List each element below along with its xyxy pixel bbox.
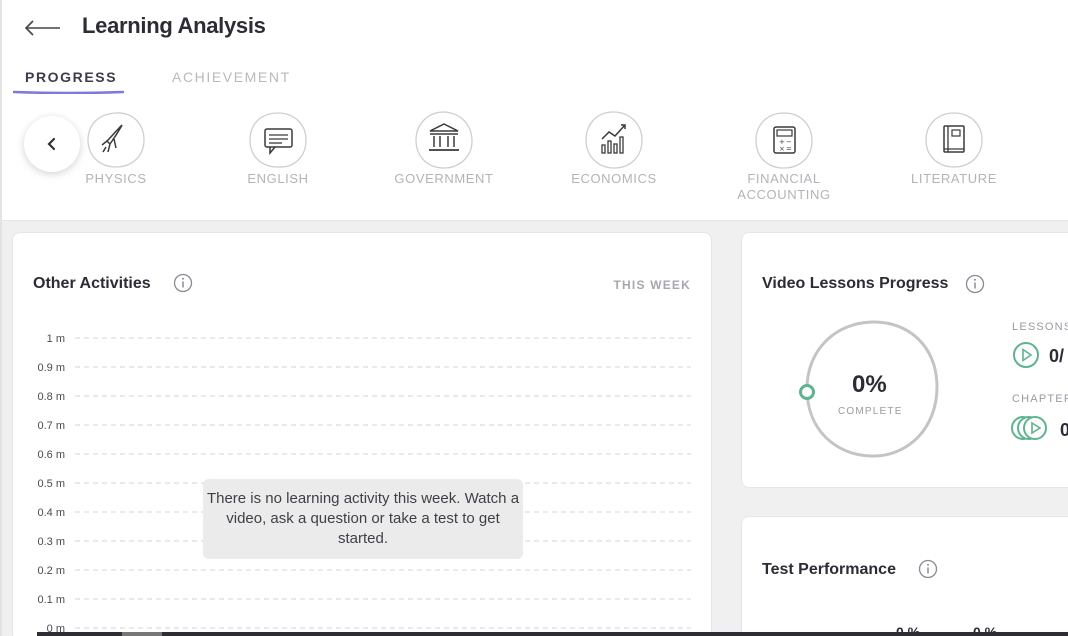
lessons-value: 0/ <box>1049 346 1065 366</box>
subject-economics[interactable]: ECONOMICS <box>571 111 656 187</box>
rocket-icon <box>87 112 145 168</box>
subject-label: LITERATURE <box>911 171 997 186</box>
activity-chart: 0 m0.1 m0.2 m0.3 m0.4 m0.5 m0.6 m0.7 m0.… <box>37 333 691 635</box>
info-icon[interactable] <box>965 274 985 294</box>
back-arrow-icon[interactable] <box>24 14 62 42</box>
subject-label: FINANCIAL ACCOUNTING <box>737 171 831 202</box>
test-performance-card: Test Performance <box>741 516 1068 636</box>
empty-state-message: There is no learning activity this week.… <box>203 479 523 559</box>
y-tick-label: 0.9 m <box>37 362 65 374</box>
government-building-icon <box>415 111 473 169</box>
subject-label: ENGLISH <box>247 171 309 186</box>
chapters-play-stack-icon <box>1011 416 1047 440</box>
chapters-label: CHAPTER <box>1012 393 1068 405</box>
scrollbar-thumb[interactable] <box>122 632 162 636</box>
tab-progress[interactable]: PROGRESS <box>25 69 117 85</box>
growth-chart-icon <box>585 111 643 169</box>
y-tick-label: 0.4 m <box>37 507 65 519</box>
y-tick-label: 1 m <box>47 333 65 345</box>
lessons-label: LESSONS <box>1012 321 1068 333</box>
y-tick-label: 0.2 m <box>37 565 65 577</box>
progress-complete-label: COMPLETE <box>838 406 903 417</box>
calculator-icon: + − × = <box>755 112 813 169</box>
book-icon <box>925 112 983 168</box>
video-progress-title: Video Lessons Progress <box>762 275 949 292</box>
header: Learning Analysis PROGRESS ACHIEVEMENT P… <box>0 0 1068 220</box>
svg-text:=: = <box>786 145 792 153</box>
chevron-left-icon <box>47 137 56 151</box>
y-tick-label: 0.7 m <box>37 420 65 432</box>
test-performance-title: Test Performance <box>762 561 896 578</box>
play-icon <box>1013 342 1039 368</box>
subject-financial-accounting[interactable]: + − × = FINANCIAL ACCOUNTING <box>737 111 830 203</box>
other-activities-card: Other Activities THIS WEEK 0 m 0.1 m 0.2 m… <box>12 232 712 636</box>
subject-government[interactable]: GOVERNMENT <box>394 111 493 187</box>
subject-literature[interactable]: LITERATURE <box>911 111 996 187</box>
y-tick-label: 0.1 m <box>37 594 65 606</box>
y-tick-label: 0.6 m <box>37 449 65 461</box>
chapters-value: 0 <box>1060 420 1068 440</box>
subject-label: PHYSICS <box>85 171 147 186</box>
svg-text:×: × <box>779 145 785 153</box>
horizontal-scrollbar[interactable] <box>37 632 1068 636</box>
previous-subjects-button[interactable] <box>24 116 80 172</box>
subject-english[interactable]: ENGLISH <box>247 111 308 187</box>
page-title: Learning Analysis <box>82 13 266 38</box>
subject-label: GOVERNMENT <box>394 171 494 186</box>
y-tick-label: 0.3 m <box>37 536 65 548</box>
tab-achievement[interactable]: ACHIEVEMENT <box>172 69 291 85</box>
speech-bubble-icon <box>249 112 307 168</box>
y-tick-label: 0.8 m <box>37 391 65 403</box>
subject-label: ECONOMICS <box>571 171 657 186</box>
subject-physics[interactable]: PHYSICS <box>85 111 146 187</box>
video-progress-card: Video Lessons Progress 0% COMPLETE LESSO… <box>741 232 1068 488</box>
progress-start-dot <box>799 384 815 400</box>
info-icon[interactable] <box>918 559 938 579</box>
y-tick-label: 0.5 m <box>37 478 65 490</box>
progress-percent: 0% <box>852 371 887 398</box>
active-tab-underline <box>13 90 124 94</box>
